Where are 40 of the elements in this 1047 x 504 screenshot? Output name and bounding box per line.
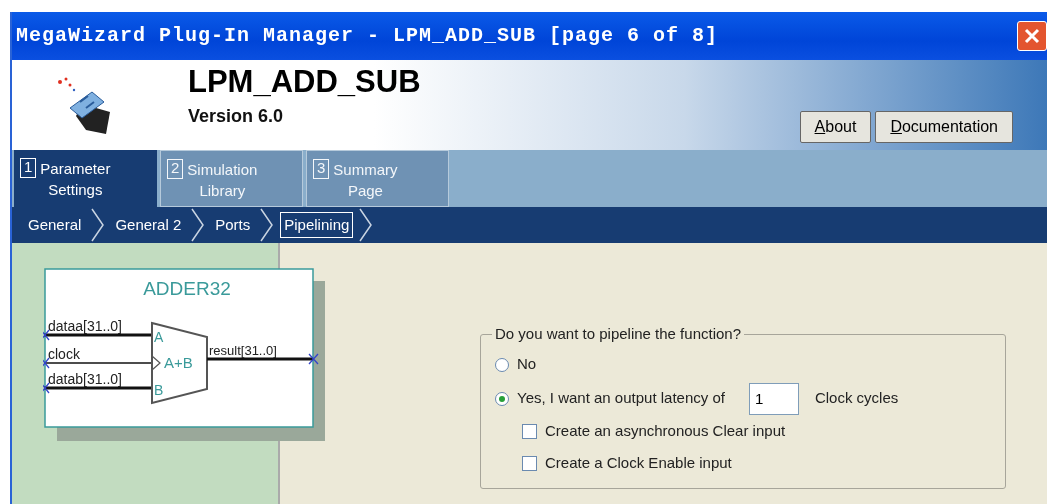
breadcrumb-step[interactable]: Ports [211, 211, 255, 239]
port-label: dataa[31..0] [48, 318, 122, 334]
window-title: MegaWizard Plug-In Manager - LPM_ADD_SUB [page 6 of 8] [16, 23, 719, 49]
chevron-icon [191, 208, 206, 242]
option-label: Create a Clock Enable input [545, 453, 732, 474]
wizard-button[interactable]: Documentation [875, 111, 1013, 143]
unit-label: Clock cycles [814, 388, 899, 409]
checkbox[interactable] [522, 424, 537, 439]
operation-label: A+B [164, 354, 193, 371]
close-icon [1023, 27, 1041, 45]
symbol-title: ADDER32 [143, 278, 231, 299]
breadcrumb-step[interactable]: General 2 [111, 211, 186, 239]
pin-icon [43, 329, 50, 341]
pin-icon [308, 353, 319, 365]
latency-field[interactable]: 1 [748, 382, 799, 415]
option-label: No [517, 354, 537, 375]
pin-icon [43, 382, 50, 394]
wizard-button[interactable]: About [799, 111, 872, 143]
port-label: clock [48, 346, 80, 362]
radio-button[interactable] [495, 357, 509, 372]
group-label: Do you want to pipeline the function? [494, 324, 742, 344]
wizard-tab[interactable]: 1 Parameter Settings [14, 150, 157, 207]
pin-icon [43, 357, 50, 369]
chevron-icon [260, 208, 275, 242]
operand-label: A [154, 329, 164, 345]
operand-label: B [154, 382, 164, 398]
chevron-icon [91, 208, 106, 242]
port-label: result[31..0] [209, 343, 277, 358]
breadcrumb-step[interactable]: Pipelining [280, 211, 354, 239]
port-label: datab[31..0] [48, 371, 122, 387]
breadcrumb-step[interactable]: General [24, 211, 86, 239]
option-label: Create an asynchronous Clear input [545, 421, 786, 442]
chevron-icon [359, 208, 374, 242]
version-label: Version 6.0 [188, 105, 285, 128]
close-button[interactable] [1017, 21, 1047, 51]
component-title: LPM_ADD_SUB [188, 66, 421, 97]
checkbox[interactable] [522, 456, 537, 471]
clock-input-icon [151, 355, 161, 371]
option-label: Yes, I want an output latency of [517, 388, 725, 409]
radio-button[interactable] [495, 391, 509, 406]
